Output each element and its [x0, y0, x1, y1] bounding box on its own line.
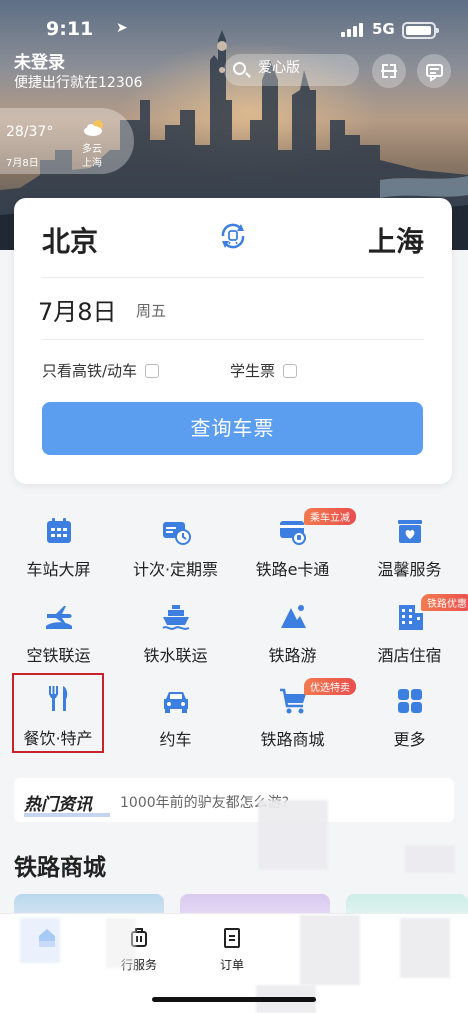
news-tag: 热门资讯 — [24, 790, 110, 817]
rail-tour-icon — [281, 605, 306, 628]
order-icon — [220, 926, 244, 950]
service-rail-tour[interactable]: 铁路游 — [234, 596, 351, 674]
service-rail-ship[interactable]: 铁水联运 — [117, 596, 234, 674]
promo-badge: 铁路优惠 — [421, 594, 468, 611]
service-e-card[interactable]: 乘车立减 铁路e卡通 — [234, 508, 356, 588]
tab-label: 订单 — [219, 958, 244, 972]
warm-service-icon — [398, 520, 422, 543]
service-air-rail[interactable]: 空铁联运 — [0, 596, 117, 674]
login-subtitle: 便捷出行就在12306 — [14, 75, 143, 91]
rail-ship-icon — [162, 605, 190, 630]
cellular-signal-icon — [341, 23, 367, 37]
service-label: 车站大屏 — [26, 560, 91, 579]
from-station[interactable]: 北京 — [42, 220, 98, 260]
search-placeholder: 爱心版 — [258, 60, 300, 76]
weather-widget[interactable]: 28/37° 7月8日 多云 上海 — [0, 108, 134, 174]
service-label: 约车 — [159, 730, 192, 749]
ticket-search-card: 北京 上海 7月8日 周五 只看高铁/动车 学生票 查询车票 — [14, 198, 452, 484]
search-input[interactable]: 爱心版 — [224, 54, 359, 86]
service-dining[interactable]: 餐饮·特产 — [12, 673, 104, 753]
service-more[interactable]: 更多 — [351, 680, 468, 758]
high-speed-only-label: 只看高铁/动车 — [42, 362, 138, 380]
divider — [42, 339, 424, 340]
service-periodic-ticket[interactable]: 计次·定期票 — [117, 510, 234, 588]
departure-weekday: 周五 — [136, 302, 167, 320]
home-indicator[interactable] — [152, 997, 316, 1002]
weather-condition: 多云 — [82, 144, 102, 155]
weather-date: 7月8日 — [6, 158, 39, 169]
service-label: 铁路e卡通 — [255, 560, 330, 579]
departure-date[interactable]: 7月8日 — [38, 292, 117, 327]
location-arrow-icon: ➤ — [116, 20, 128, 36]
promo-badge: 乘车立减 — [304, 508, 356, 525]
service-label: 计次·定期票 — [132, 560, 219, 579]
to-station[interactable]: 上海 — [368, 220, 424, 260]
high-speed-only-option[interactable]: 只看高铁/动车 — [42, 360, 160, 381]
message-icon[interactable] — [417, 54, 451, 88]
air-rail-icon — [46, 606, 72, 629]
high-speed-only-checkbox[interactable] — [145, 364, 160, 378]
partly-cloudy-icon — [84, 120, 103, 136]
student-ticket-label: 学生票 — [230, 362, 276, 380]
scan-icon[interactable] — [372, 54, 406, 88]
service-station-screen[interactable]: 车站大屏 — [0, 510, 117, 588]
car-icon — [164, 692, 188, 713]
blurred-region — [20, 918, 60, 963]
service-label: 更多 — [393, 730, 426, 749]
service-hotel[interactable]: 铁路优惠 酒店住宿 — [351, 594, 468, 674]
promo-badge: 优选特卖 — [304, 678, 356, 695]
station-screen-icon — [47, 518, 71, 543]
mall-section-title: 铁路商城 — [14, 855, 106, 881]
service-warm-service[interactable]: 温馨服务 — [351, 510, 468, 588]
service-rail-mall[interactable]: 优选特卖 铁路商城 — [234, 678, 356, 758]
blurred-region — [258, 800, 328, 870]
student-ticket-option[interactable]: 学生票 — [230, 360, 298, 381]
service-label: 铁路游 — [268, 646, 317, 665]
blurred-region — [405, 845, 455, 873]
network-type: 5G — [372, 20, 395, 38]
student-ticket-checkbox[interactable] — [283, 364, 298, 378]
service-label: 空铁联运 — [26, 646, 91, 665]
more-grid-icon — [398, 689, 422, 713]
status-time: 9:11 — [46, 18, 94, 40]
swap-stations-icon[interactable] — [217, 220, 249, 252]
service-label: 温馨服务 — [377, 560, 442, 579]
divider — [42, 277, 424, 278]
service-label: 铁水联运 — [143, 646, 208, 665]
blurred-region — [106, 918, 136, 968]
weather-temperature: 28/37° — [6, 124, 54, 140]
battery-icon — [402, 22, 439, 39]
news-tag-label: 热门资讯 — [24, 795, 92, 815]
service-label: 餐饮·特产 — [23, 729, 93, 748]
hot-news-bar[interactable]: 热门资讯 1000年前的驴友都怎么游? — [14, 778, 454, 822]
ticket-card-icon — [163, 522, 191, 545]
dining-icon — [49, 686, 68, 711]
blurred-region — [400, 918, 450, 978]
service-label: 铁路商城 — [260, 730, 325, 749]
tab-orders[interactable]: 订单 — [187, 926, 277, 973]
query-tickets-button[interactable]: 查询车票 — [42, 402, 423, 455]
status-bar: 9:11 ➤ 5G — [0, 0, 468, 44]
search-icon — [233, 62, 246, 75]
service-label: 酒店住宿 — [377, 646, 442, 665]
blurred-region — [300, 915, 360, 985]
login-title[interactable]: 未登录 — [14, 48, 65, 73]
weather-city: 上海 — [82, 158, 102, 169]
service-car[interactable]: 约车 — [117, 680, 234, 758]
